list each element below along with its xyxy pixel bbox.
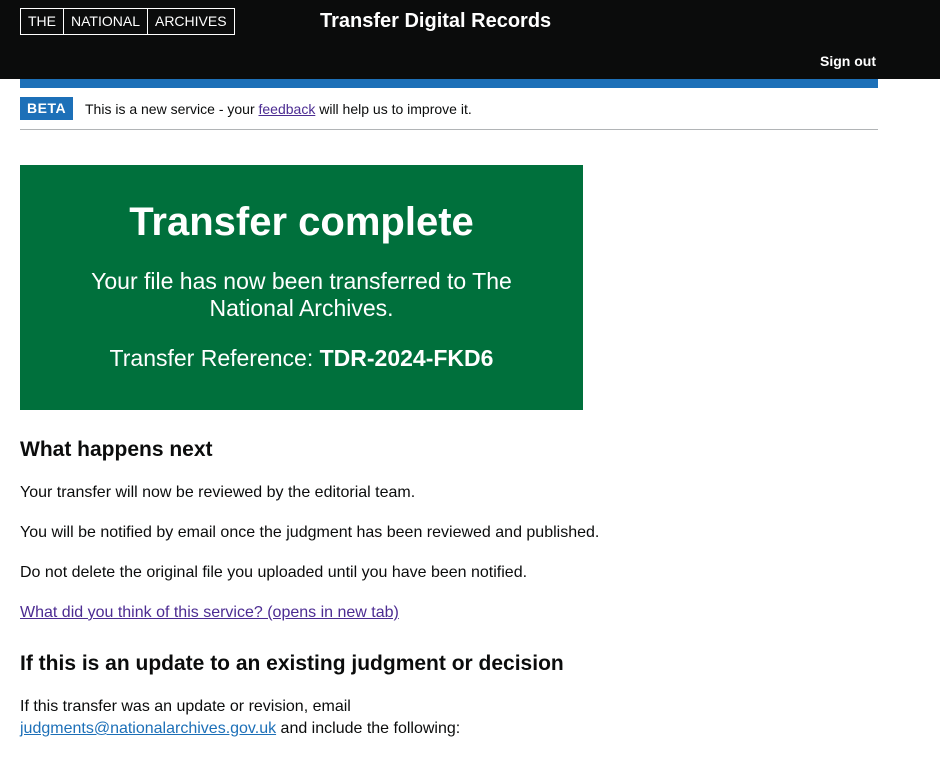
site-header: THE NATIONAL ARCHIVES Transfer Digital R… (0, 0, 940, 79)
what-happens-next-heading: What happens next (20, 438, 213, 461)
panel-title: Transfer complete (129, 200, 474, 244)
do-not-delete-paragraph: Do not delete the original file you uplo… (20, 564, 528, 581)
phase-banner-text: This is a new service - your feedback wi… (85, 100, 472, 118)
survey-link[interactable]: What did you think of this service? (ope… (20, 604, 399, 621)
phase-banner: BETA This is a new service - your feedba… (20, 97, 878, 130)
update-heading: If this is an update to an existing judg… (20, 652, 564, 675)
national-archives-logo[interactable]: THE NATIONAL ARCHIVES (20, 8, 235, 35)
feedback-link[interactable]: feedback (259, 101, 316, 117)
survey-paragraph: What did you think of this service? (ope… (20, 602, 600, 624)
beta-tag: BETA (20, 97, 74, 120)
logo-word-national: NATIONAL (63, 9, 147, 34)
judgments-email-link[interactable]: judgments@nationalarchives.gov.uk (20, 720, 276, 737)
confirmation-panel: Transfer complete Your file has now been… (20, 165, 583, 410)
sign-out-link[interactable]: Sign out (820, 52, 876, 70)
transfer-reference-value: TDR-2024-FKD6 (319, 345, 494, 371)
phase-text-after: will help us to improve it. (315, 101, 472, 117)
service-name-link[interactable]: Transfer Digital Records (320, 9, 551, 33)
logo-word-the: THE (28, 13, 56, 29)
update-paragraph: If this transfer was an update or revisi… (20, 696, 600, 740)
update-text-after: and include the following: (276, 720, 461, 737)
review-paragraph: Your transfer will now be reviewed by th… (20, 484, 416, 501)
header-accent-bar (20, 79, 878, 88)
panel-body: Your file has now been transferred to Th… (91, 268, 512, 321)
notification-paragraph: You will be notified by email once the j… (20, 524, 600, 541)
transfer-reference: Transfer Reference: TDR-2024-FKD6 (20, 344, 583, 372)
main-content: What happens next Your transfer will now… (20, 436, 600, 740)
transfer-reference-label: Transfer Reference: (109, 345, 320, 371)
phase-text-before: This is a new service - your (85, 101, 259, 117)
logo-word-archives: ARCHIVES (146, 9, 234, 34)
update-text-before: If this transfer was an update or revisi… (20, 698, 351, 715)
